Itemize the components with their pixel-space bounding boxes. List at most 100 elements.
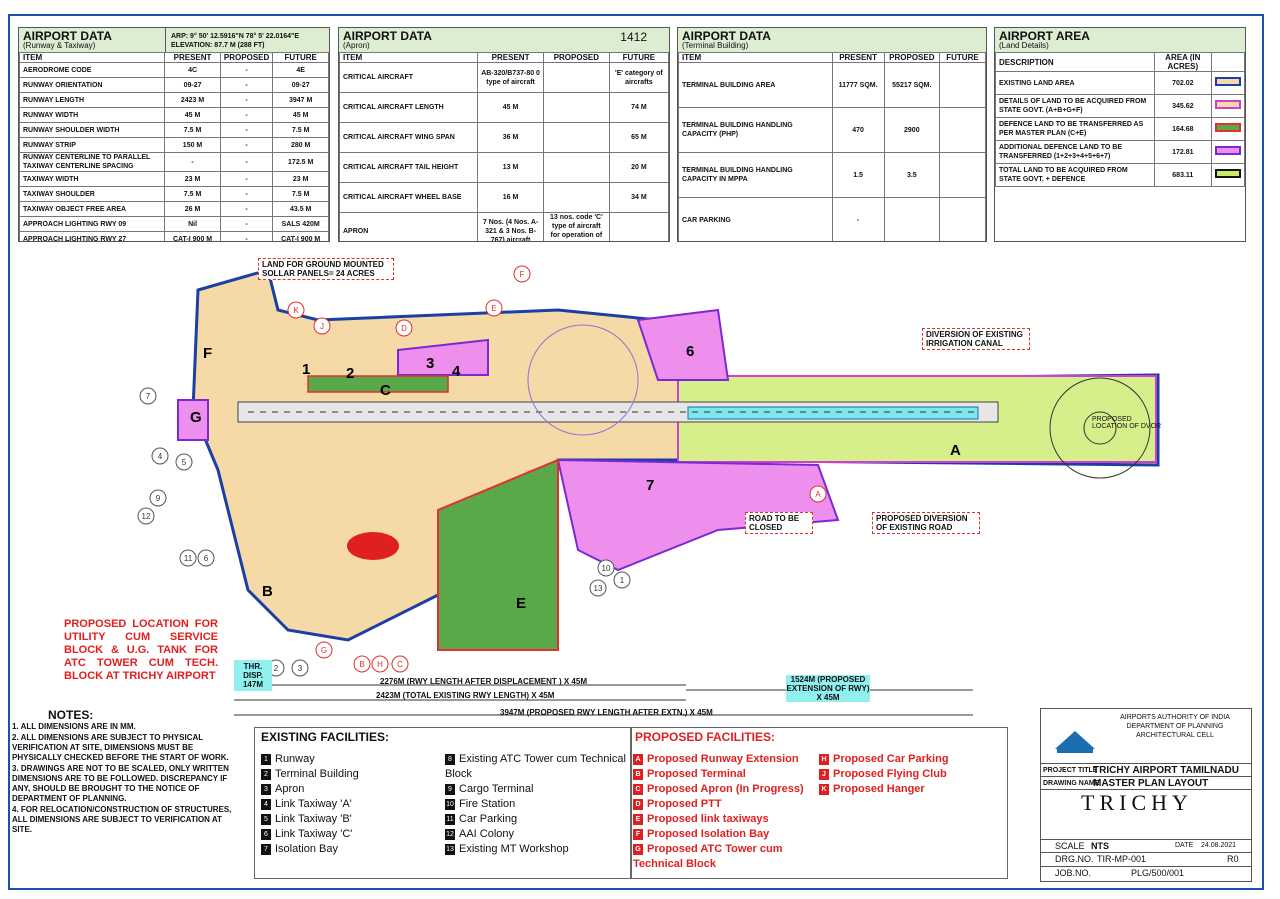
facility-item: G Proposed ATC Tower cum Technical Block (633, 842, 821, 872)
table-cell: RUNWAY WIDTH (19, 107, 166, 123)
table-row: TAXIWAY WIDTH 23 M -23 M (19, 171, 329, 187)
table-header: PRESENT (164, 52, 221, 63)
table-header: AREA (IN ACRES) (1153, 52, 1212, 72)
runway-data-box: AIRPORT DATA (Runway & Taxiway) ARP: 9° … (18, 27, 330, 242)
table-header: ITEM (19, 52, 166, 63)
dim-3947: 3947M (PROPOSED RWY LENGTH AFTER EXTN.) … (500, 708, 713, 717)
table-header: ITEM (678, 52, 833, 63)
note-item: 4. FOR RELOCATION/CONSTRUCTION OF STRUCT… (12, 805, 232, 834)
facility-key: 6 (261, 828, 271, 840)
zone-label: E (516, 595, 526, 612)
circle-marker-label: J (320, 322, 324, 331)
table-row: TOTAL LAND TO BE ACQUIRED FROM STATE GOV… (995, 163, 1245, 187)
arp-coordinates: ARP: 9° 50' 12.5916"N 78° 5' 22.0164"E (171, 33, 300, 40)
table-cell: - (219, 77, 274, 93)
table-header: FUTURE (938, 52, 986, 63)
dim-2423: 2423M (TOTAL EXISTING RWY LENGTH) X 45M (376, 691, 555, 700)
table-row: CRITICAL AIRCRAFT WING SPAN 36 M 65 M (339, 122, 669, 153)
area-label: DEFENCE LAND TO BE TRANSFERRED AS PER MA… (995, 117, 1155, 141)
circle-marker: C (391, 655, 409, 673)
circle-marker-label: 5 (182, 458, 187, 467)
circle-marker-label: D (401, 324, 407, 333)
table-cell (542, 92, 610, 123)
zone-label: B (262, 583, 273, 600)
legend-swatch-icon (1214, 169, 1241, 178)
circle-marker-label: 7 (146, 392, 151, 401)
table-cell: 3947 M (272, 92, 329, 108)
table-row: ADDITIONAL DEFENCE LAND TO BE TRANSFERRE… (995, 140, 1245, 164)
table-cell: TAXIWAY SHOULDER (19, 186, 166, 202)
table-cell (542, 122, 610, 153)
table-cell: 7.5 M (272, 122, 329, 138)
terminal-box-subtitle: (Terminal Building) (682, 41, 749, 50)
table-cell: - (219, 171, 274, 187)
circle-marker: A (809, 485, 827, 503)
table-cell: - (219, 186, 274, 202)
proposed-terminal (347, 532, 399, 560)
facility-key: 7 (261, 843, 271, 855)
circle-marker: J (313, 317, 331, 335)
utility-callout: PROPOSED LOCATION FOR UTILITY CUM SERVIC… (64, 618, 218, 682)
table-header: FUTURE (608, 52, 669, 63)
facility-label: Proposed Terminal (647, 768, 746, 780)
table-row: CRITICAL AIRCRAFT TAIL HEIGHT 13 M 20 M (339, 152, 669, 183)
area-value: 683.11 (1153, 163, 1212, 187)
thr-disp-label: THR. DISP. 147M (234, 660, 272, 691)
table-row: APPROACH LIGHTING RWY 09 Nil - SALS 420M (19, 216, 329, 232)
table-cell: 2423 M (164, 92, 221, 108)
table-row: DEFENCE LAND TO BE TRANSFERRED AS PER MA… (995, 117, 1245, 141)
terminal-data-box: AIRPORT DATA (Terminal Building) ITEM PRE… (677, 27, 987, 242)
facility-label: Link Taxiway 'C' (275, 828, 353, 840)
facility-item: 7 Isolation Bay (261, 842, 443, 857)
table-row: TERMINAL BUILDING HANDLING CAPACITY IN M… (678, 152, 986, 198)
zone-label: 1 (302, 361, 310, 378)
table-cell: 16 M (477, 182, 544, 213)
table-cell: - (831, 197, 885, 241)
table-cell (608, 212, 669, 241)
table-cell: 26 M (164, 201, 221, 217)
facility-label: Fire Station (459, 798, 516, 810)
circle-marker-label: C (397, 660, 403, 669)
table-cell: RUNWAY ORIENTATION (19, 77, 166, 93)
table-cell: RUNWAY STRIP (19, 137, 166, 153)
table-cell: 74 M (608, 92, 669, 123)
drg-value: TIR-MP-001 (1097, 854, 1147, 864)
road-diversion-callout: PROPOSED DIVERSION OF EXISTING ROAD (872, 512, 980, 534)
table-row: APRON 7 Nos. (4 Nos. A-321 & 3 Nos. B-767… (339, 212, 669, 241)
rev-value: R0 (1227, 854, 1239, 864)
canal-callout: DIVERSION OF EXISTING IRRIGATION CANAL (922, 328, 1030, 350)
circle-marker-label: F (520, 270, 525, 279)
area-label: EXISTING LAND AREA (995, 71, 1155, 95)
facility-item: F Proposed Isolation Bay (633, 827, 821, 842)
table-cell (938, 62, 986, 108)
circle-marker-label: 10 (602, 564, 611, 573)
circle-marker-label: B (359, 660, 364, 669)
table-cell: APPROACH LIGHTING RWY 09 (19, 216, 166, 232)
drawing-number-tag: 1412 (620, 30, 647, 44)
circle-marker-label: 4 (158, 452, 163, 461)
facility-label: Cargo Terminal (459, 783, 534, 795)
solar-callout: LAND FOR GROUND MOUNTED SOLLAR PANELS= 2… (258, 258, 394, 280)
table-row: EXISTING LAND AREA 702.02 (995, 71, 1245, 95)
circle-marker-label: A (815, 490, 821, 499)
facility-key: 4 (261, 798, 271, 810)
facility-item: 10 Fire Station (445, 797, 629, 812)
table-header: PROPOSED (219, 52, 274, 63)
area-label: ADDITIONAL DEFENCE LAND TO BE TRANSFERRE… (995, 140, 1155, 164)
facility-key: 5 (261, 813, 271, 825)
table-cell: TERMINAL BUILDING HANDLING CAPACITY IN M… (678, 152, 833, 198)
table-cell: CAT-I 900 M (164, 231, 221, 241)
org-dept: DEPARTMENT OF PLANNING (1126, 723, 1224, 730)
area-table: DESCRIPTION AREA (IN ACRES) EXISTING LAND … (995, 52, 1245, 187)
facility-label: Proposed link taxiways (647, 813, 769, 825)
legend-swatch (1210, 94, 1245, 118)
facility-item: 1 Runway (261, 752, 443, 767)
table-cell: - (219, 152, 274, 172)
facility-item: J Proposed Flying Club (819, 767, 1003, 782)
apron-data-box: AIRPORT DATA (Apron) 1412 ITEM PRESENT PRO… (338, 27, 670, 242)
facility-label: Isolation Bay (275, 843, 338, 855)
table-cell: TAXIWAY OBJECT FREE AREA (19, 201, 166, 217)
facility-label: Link Taxiway 'A' (275, 798, 352, 810)
facility-label: Proposed Apron (In Progress) (647, 783, 804, 795)
table-cell: - (219, 231, 274, 241)
